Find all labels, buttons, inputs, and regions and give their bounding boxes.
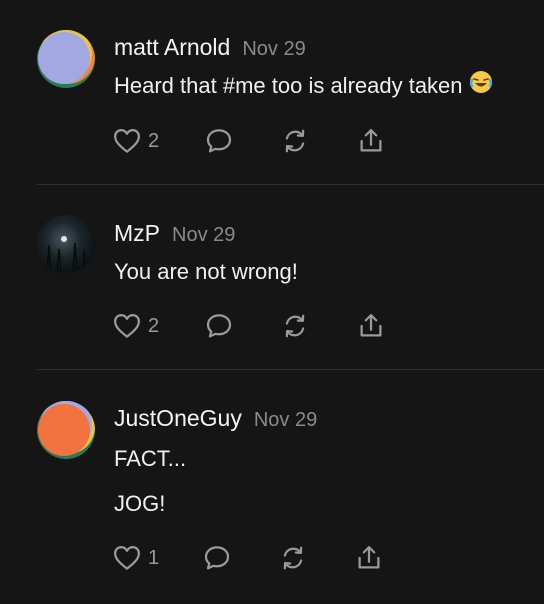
restack-button[interactable] [280,124,310,158]
comment-header: JustOneGuy Nov 29 [114,405,317,432]
share-icon [354,543,384,573]
refresh-icon [280,311,310,341]
comment-actions: 2 [112,124,402,158]
heart-icon [112,311,142,341]
comment-text-line: Heard that #me too is already taken [114,73,463,98]
refresh-icon [278,543,308,573]
share-button[interactable] [356,124,386,158]
comment-header: MzP Nov 29 [114,220,235,247]
comment-actions: 2 [112,309,402,343]
comment-header: matt Arnold Nov 29 [114,34,306,61]
avatar[interactable] [37,401,95,459]
author-name[interactable]: MzP [114,220,160,246]
reply-button[interactable] [204,124,234,158]
refresh-icon [280,126,310,156]
restack-button[interactable] [280,309,310,343]
comment-text: Heard that #me too is already taken [114,70,493,100]
comment-date[interactable]: Nov 29 [242,38,305,60]
like-count: 2 [148,129,160,152]
comment-text-line: FACT... [114,446,187,471]
like-button[interactable]: 1 [112,541,159,575]
share-button[interactable] [356,309,386,343]
share-button[interactable] [354,541,384,575]
reply-button[interactable] [202,541,232,575]
comment-actions: 1 [112,541,402,575]
author-name[interactable]: matt Arnold [114,34,230,60]
like-button[interactable]: 2 [112,309,159,343]
heart-icon [112,543,142,573]
like-button[interactable]: 2 [112,124,159,158]
speech-bubble-icon [204,126,234,156]
share-icon [356,126,386,156]
avatar[interactable] [37,215,95,273]
like-count: 1 [148,546,160,569]
heart-icon [112,126,142,156]
comment-date[interactable]: Nov 29 [254,409,317,431]
speech-bubble-icon [204,311,234,341]
comment-text: You are not wrong! [114,259,298,284]
reply-button[interactable] [204,309,234,343]
speech-bubble-icon [202,543,232,573]
comment-divider [37,184,544,185]
comment-divider [37,369,544,370]
avatar[interactable] [37,30,95,88]
like-count: 2 [148,314,160,337]
crying-laughing-emoji-icon [469,70,493,100]
share-icon [356,311,386,341]
author-name[interactable]: JustOneGuy [114,405,242,431]
restack-button[interactable] [278,541,308,575]
comment-text-line: JOG! [114,491,166,516]
comment-date[interactable]: Nov 29 [172,224,235,246]
